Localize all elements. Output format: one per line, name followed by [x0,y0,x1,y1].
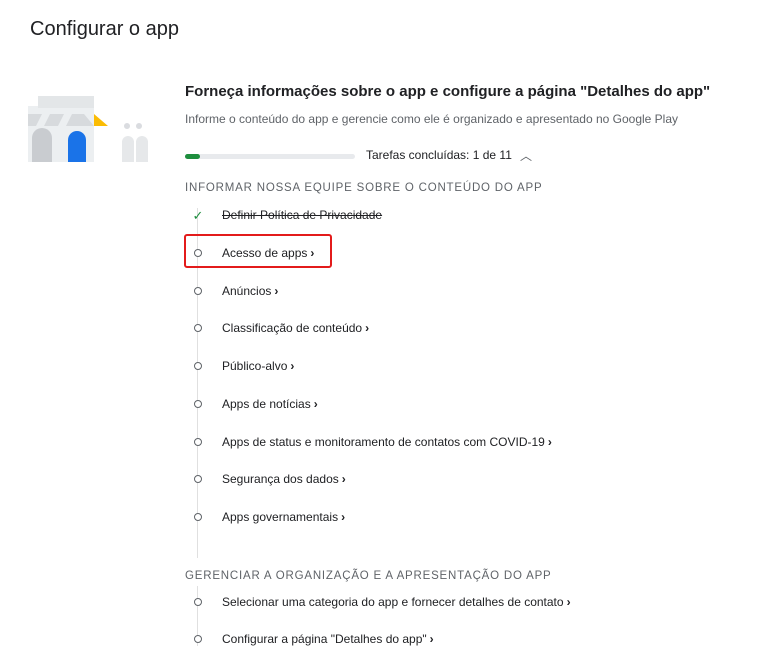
circle-icon [188,287,208,295]
progress-bar-fill [185,154,201,159]
task-news-apps[interactable]: Apps de notícias › [188,394,318,414]
task-target-audience[interactable]: Público-alvo › [188,356,294,376]
task-privacy-policy[interactable]: ✓ Definir Política de Privacidade [188,205,383,225]
chevron-right-icon: › [290,359,295,373]
section-title-organization: GERENCIAR A ORGANIZAÇÃO E A APRESENTAÇÃO… [185,570,552,582]
task-government-apps[interactable]: Apps governamentais › [188,507,345,527]
chevron-right-icon: › [341,510,346,524]
circle-icon [188,324,208,332]
chevron-right-icon: › [547,435,552,449]
chevron-right-icon: › [429,632,434,646]
circle-icon [188,598,208,606]
task-store-listing[interactable]: Configurar a página "Detalhes do app" › [188,629,434,649]
page-title: Configurar o app [30,18,179,40]
circle-icon [188,362,208,370]
task-label: Segurança dos dados [222,472,339,486]
chevron-up-icon[interactable]: ︿ [520,147,532,164]
task-label: Definir Política de Privacidade [222,208,383,222]
task-label: Anúncios [222,284,272,298]
task-label: Apps governamentais [222,510,339,524]
progress-label: Tarefas concluídas: 1 de 11 [366,148,512,162]
setup-heading: Forneça informações sobre o app e config… [185,83,711,100]
chevron-right-icon: › [313,397,318,411]
progress-bar [185,154,355,159]
circle-icon [188,635,208,643]
circle-icon [188,513,208,521]
section-title-content: INFORMAR NOSSA EQUIPE SOBRE O CONTEÚDO D… [185,182,543,194]
task-category-contact[interactable]: Selecionar uma categoria do app e fornec… [188,592,571,612]
circle-icon [188,475,208,483]
task-label: Classificação de conteúdo [222,321,363,335]
task-ads[interactable]: Anúncios › [188,281,278,301]
task-content-rating[interactable]: Classificação de conteúdo › [188,318,369,338]
chevron-right-icon: › [274,284,279,298]
setup-description: Informe o conteúdo do app e gerencie com… [185,112,679,126]
task-label: Configurar a página "Detalhes do app" [222,632,427,646]
check-icon: ✓ [192,207,204,223]
chevron-right-icon: › [341,472,346,486]
highlight-box [184,234,332,268]
chevron-right-icon: › [566,595,571,609]
circle-icon [188,438,208,446]
task-label: Apps de status e monitoramento de contat… [222,435,545,449]
task-covid-apps[interactable]: Apps de status e monitoramento de contat… [188,432,552,452]
chevron-right-icon: › [365,321,370,335]
circle-icon [188,400,208,408]
task-label: Público-alvo [222,359,288,373]
task-label: Apps de notícias [222,397,311,411]
task-data-safety[interactable]: Segurança dos dados › [188,469,346,489]
setup-illustration [28,96,148,162]
task-label: Selecionar uma categoria do app e fornec… [222,595,564,609]
